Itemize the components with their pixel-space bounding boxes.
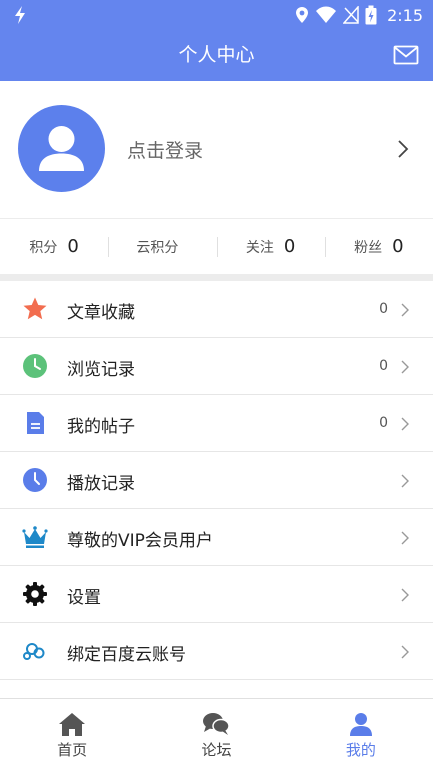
crown-icon [22,526,48,548]
nav-tab-home[interactable]: 首页 [0,699,144,771]
chevron-right-icon [401,645,409,659]
stat-value: 0 [283,236,296,257]
stat-value: 0 [67,236,79,257]
nav-label: 论坛 [201,741,232,759]
menu-item-browse-history[interactable]: 浏览记录 0 [0,338,433,395]
menu-item-settings[interactable]: 设置 [0,566,433,623]
menu-item-favorites[interactable]: 文章收藏 0 [0,281,433,338]
status-bar: 2:15 [0,0,433,30]
stat-points[interactable]: 积分 0 [0,219,108,274]
bottom-nav: 首页 论坛 我的 [0,698,433,771]
menu-label: 浏览记录 [67,360,135,380]
menu-count: 0 [379,358,388,374]
nav-label: 首页 [57,741,88,759]
menu-item-bind-baidu-cloud[interactable]: 绑定百度云账号 [0,623,433,680]
profile-header[interactable]: 点击登录 [0,81,433,218]
history-icon [23,468,47,492]
page-title: 个人中心 [178,44,255,66]
nav-tab-mine[interactable]: 我的 [289,699,433,771]
gear-icon [23,582,47,606]
chevron-right-icon [398,140,409,158]
chevron-right-icon [401,474,409,488]
chevron-right-icon [401,360,409,374]
menu-item-play-history[interactable]: 播放记录 [0,452,433,509]
menu-count: 0 [379,415,388,431]
status-icons: 2:15 [295,0,423,30]
avatar[interactable] [18,105,105,192]
default-avatar-icon [39,126,84,171]
chevron-right-icon [401,417,409,431]
login-link[interactable]: 点击登录 [127,136,203,163]
app-bar: 个人中心 [0,30,433,81]
menu-label: 绑定百度云账号 [67,645,186,665]
signal-icon [343,6,359,24]
stats-row: 积分 0 云积分 关注 0 粉丝 0 [0,218,433,274]
stat-value: 0 [392,236,404,257]
stat-label: 云积分 [136,239,179,256]
chevron-right-icon [401,588,409,602]
document-icon [27,412,44,434]
user-icon [349,713,372,736]
chevron-right-icon [401,303,409,317]
flash-icon [15,6,25,24]
cloud-icon [23,643,45,660]
chevron-right-icon [401,531,409,545]
menu-label: 文章收藏 [67,303,135,323]
menu-label: 我的帖子 [67,417,135,437]
menu-item-vip[interactable]: 尊敬的VIP会员用户 [0,509,433,566]
section-divider [0,274,433,281]
stat-followers[interactable]: 粉丝 0 [324,219,433,274]
clock-icon [23,354,47,378]
nav-tab-forum[interactable]: 论坛 [144,699,288,771]
battery-icon [365,5,377,25]
chat-icon [203,713,231,735]
wifi-icon [316,6,337,23]
nav-label: 我的 [345,741,376,759]
stat-label: 积分 [29,239,58,256]
mail-icon[interactable] [393,42,419,68]
menu-item-my-posts[interactable]: 我的帖子 0 [0,395,433,452]
menu-label: 设置 [67,588,101,608]
stat-following[interactable]: 关注 0 [216,219,325,274]
stat-label: 关注 [245,239,274,256]
location-icon [296,7,309,23]
stat-cloud-points[interactable]: 云积分 [108,219,216,274]
home-icon [59,713,86,736]
menu-label: 尊敬的VIP会员用户 [67,531,213,551]
star-icon [23,297,47,320]
stat-label: 粉丝 [354,239,383,256]
status-time: 2:15 [387,5,423,25]
menu-count: 0 [379,301,388,317]
menu-label: 播放记录 [67,474,135,494]
menu-list: 文章收藏 0 浏览记录 0 我的帖子 0 播放记录 尊敬的VIP会员用户 设置 … [0,281,433,680]
